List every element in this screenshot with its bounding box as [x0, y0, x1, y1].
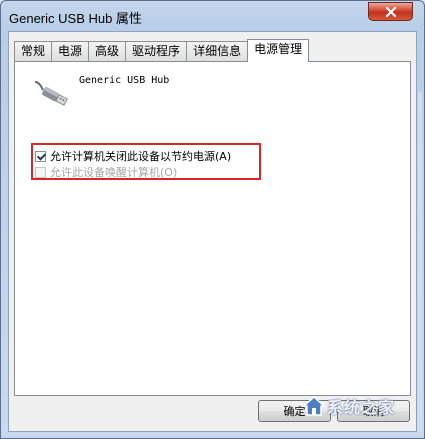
allow-power-off-label: 允许计算机关闭此设备以节约电源(A) [50, 150, 232, 163]
allow-wake-option: 允许此设备唤醒计算机(O) [35, 164, 177, 180]
close-icon [385, 6, 396, 17]
allow-power-off-checkbox[interactable] [35, 150, 46, 162]
tab-details[interactable]: 详细信息 [186, 41, 249, 61]
close-button[interactable] [368, 2, 413, 21]
properties-window: Generic USB Hub 属性 常规 电源 高级 驱动程序 详细信息 电源… [0, 0, 425, 439]
window-edge [418, 92, 422, 432]
tab-power-management[interactable]: 电源管理 [247, 39, 310, 62]
watermark: 系统之家 [301, 389, 413, 423]
window-title: Generic USB Hub 属性 [9, 11, 142, 26]
tab-advanced[interactable]: 高级 [88, 41, 127, 61]
tab-strip: 常规 电源 高级 驱动程序 详细信息 电源管理 [14, 39, 310, 62]
tab-power[interactable]: 电源 [51, 41, 90, 61]
house-logo-icon [302, 395, 326, 416]
usb-cable-icon [34, 81, 68, 106]
tab-general[interactable]: 常规 [14, 41, 53, 61]
allow-wake-checkbox [35, 166, 46, 178]
device-name: Generic USB Hub [79, 75, 170, 86]
title-bar[interactable]: Generic USB Hub 属性 [1, 1, 424, 31]
watermark-text: 系统之家 [327, 398, 396, 417]
power-management-panel: Generic USB Hub 允许计算机关闭此设备以节约电源(A) 允许此设备… [14, 61, 411, 396]
allow-wake-label: 允许此设备唤醒计算机(O) [50, 166, 178, 179]
tab-driver[interactable]: 驱动程序 [125, 41, 188, 61]
dialog-client-area: 常规 电源 高级 驱动程序 详细信息 电源管理 Generic USB Hub [8, 31, 422, 432]
allow-power-off-option[interactable]: 允许计算机关闭此设备以节约电源(A) [35, 148, 231, 164]
